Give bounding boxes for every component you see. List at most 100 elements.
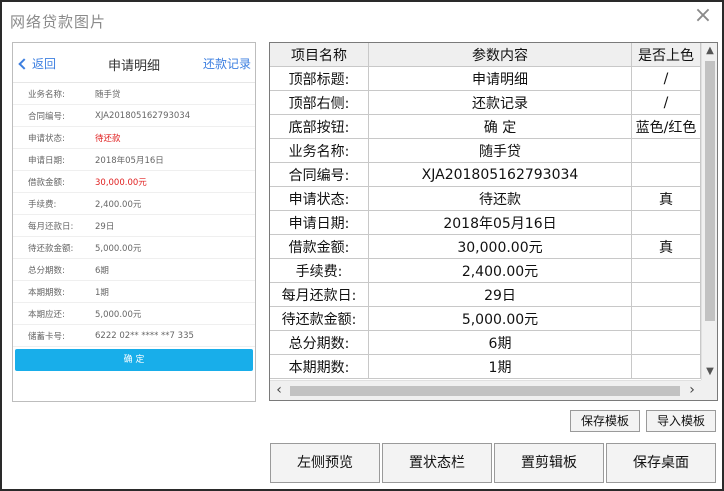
table-cell-item-name[interactable]: 申请状态: bbox=[270, 187, 369, 210]
table-cell-item-name[interactable]: 业务名称: bbox=[270, 139, 369, 162]
scroll-up-icon[interactable]: ▲ bbox=[702, 43, 717, 59]
table-cell-colored[interactable]: / bbox=[632, 67, 701, 90]
save-desktop-button[interactable]: 保存桌面 bbox=[606, 443, 716, 483]
scroll-down-icon[interactable]: ▼ bbox=[702, 364, 717, 380]
phone-detail-label: 申请状态: bbox=[28, 133, 65, 144]
phone-repayment-record-link[interactable]: 还款记录 bbox=[203, 55, 251, 72]
table-row[interactable]: 借款金额: 30,000.00元真 bbox=[270, 235, 701, 259]
table-cell-colored[interactable] bbox=[632, 331, 701, 354]
phone-detail-list: 业务名称: 随手贷合同编号: XJA201805162793034 申请状态: 待还款申… bbox=[13, 83, 255, 347]
table-cell-param-content[interactable]: 2018年05月16日 bbox=[369, 211, 632, 234]
table-rows: 顶部标题: 申请明细 / 顶部右侧: 还款记录 / 底部按钮: 确 定蓝色/红色 业务名称: 随手… bbox=[270, 67, 701, 379]
table-cell-colored[interactable]: 真 bbox=[632, 187, 701, 210]
table-cell-item-name[interactable]: 合同编号: bbox=[270, 163, 369, 186]
scroll-left-icon[interactable]: ‹ bbox=[270, 381, 288, 400]
table-cell-item-name[interactable]: 底部按钮: bbox=[270, 115, 369, 138]
save-template-button[interactable]: 保存模板 bbox=[570, 410, 640, 432]
header-item-name: 项目名称 bbox=[270, 43, 369, 66]
horizontal-scroll-thumb[interactable] bbox=[290, 386, 680, 396]
table-row[interactable]: 本期期数: 1期 bbox=[270, 355, 701, 379]
table-cell-item-name[interactable]: 每月还款日: bbox=[270, 283, 369, 306]
import-template-button[interactable]: 导入模板 bbox=[646, 410, 716, 432]
phone-detail-label: 每月还款日: bbox=[28, 221, 74, 232]
table-row[interactable]: 手续费: 2,400.00元 bbox=[270, 259, 701, 283]
scroll-right-icon[interactable]: › bbox=[683, 381, 701, 400]
table-cell-param-content[interactable]: 30,000.00元 bbox=[369, 235, 632, 258]
app-window: 网络贷款图片 × 返回 申请明细 还款记录 业务名称: 随手贷 合同编号: XJA20… bbox=[0, 0, 724, 491]
table-cell-param-content[interactable]: 待还款 bbox=[369, 187, 632, 210]
phone-detail-row: 业务名称: 随手贷 bbox=[13, 83, 255, 105]
left-preview-button[interactable]: 左侧预览 bbox=[270, 443, 380, 483]
table-cell-param-content[interactable]: 确 定 bbox=[369, 115, 632, 138]
table-cell-colored[interactable] bbox=[632, 259, 701, 282]
parameter-table-body: 项目名称 参数内容 是否上色 顶部标题: 申请明细 / 顶部右侧: 还款记录 / 底部按钮:… bbox=[270, 43, 701, 380]
phone-detail-value: 6222 02** **** **7 335 bbox=[95, 330, 194, 341]
phone-detail-row: 每月还款日: 29日 bbox=[13, 215, 255, 237]
phone-detail-value: 5,000.00元 bbox=[95, 309, 142, 320]
table-cell-param-content[interactable]: 2,400.00元 bbox=[369, 259, 632, 282]
window-title: 网络贷款图片 bbox=[10, 13, 107, 31]
table-cell-colored[interactable] bbox=[632, 307, 701, 330]
table-cell-param-content[interactable]: XJA201805162793034 bbox=[369, 163, 632, 186]
close-button[interactable]: × bbox=[692, 5, 714, 28]
table-row[interactable]: 顶部标题: 申请明细 / bbox=[270, 67, 701, 91]
phone-confirm-button[interactable]: 确 定 bbox=[15, 349, 253, 371]
table-cell-param-content[interactable]: 6期 bbox=[369, 331, 632, 354]
phone-detail-row: 总分期数: 6期 bbox=[13, 259, 255, 281]
table-row[interactable]: 每月还款日: 29日 bbox=[270, 283, 701, 307]
table-row[interactable]: 待还款金额: 5,000.00元 bbox=[270, 307, 701, 331]
table-row[interactable]: 顶部右侧: 还款记录 / bbox=[270, 91, 701, 115]
phone-detail-value: 待还款 bbox=[95, 133, 121, 144]
table-row[interactable]: 申请日期: 2018年05月16日 bbox=[270, 211, 701, 235]
phone-detail-row: 手续费: 2,400.00元 bbox=[13, 193, 255, 215]
table-cell-item-name[interactable]: 总分期数: bbox=[270, 331, 369, 354]
table-cell-colored[interactable]: 真 bbox=[632, 235, 701, 258]
table-cell-colored[interactable]: / bbox=[632, 91, 701, 114]
horizontal-scrollbar[interactable]: ‹ › bbox=[270, 380, 701, 400]
set-status-bar-button[interactable]: 置状态栏 bbox=[382, 443, 492, 483]
table-cell-colored[interactable] bbox=[632, 283, 701, 306]
phone-detail-value: 29日 bbox=[95, 221, 115, 232]
table-cell-item-name[interactable]: 顶部标题: bbox=[270, 67, 369, 90]
table-cell-colored[interactable] bbox=[632, 211, 701, 234]
vertical-scroll-thumb[interactable] bbox=[705, 61, 715, 321]
table-row[interactable]: 合同编号: XJA201805162793034 bbox=[270, 163, 701, 187]
table-row[interactable]: 底部按钮: 确 定蓝色/红色 bbox=[270, 115, 701, 139]
table-cell-item-name[interactable]: 借款金额: bbox=[270, 235, 369, 258]
table-row[interactable]: 总分期数: 6期 bbox=[270, 331, 701, 355]
table-cell-param-content[interactable]: 5,000.00元 bbox=[369, 307, 632, 330]
table-cell-param-content[interactable]: 29日 bbox=[369, 283, 632, 306]
table-row[interactable]: 业务名称: 随手贷 bbox=[270, 139, 701, 163]
table-cell-colored[interactable]: 蓝色/红色 bbox=[632, 115, 701, 138]
phone-detail-label: 借款金额: bbox=[28, 177, 65, 188]
vertical-scrollbar[interactable]: ▲ ▼ bbox=[701, 43, 717, 380]
phone-detail-row: 待还款金额: 5,000.00元 bbox=[13, 237, 255, 259]
table-cell-colored[interactable] bbox=[632, 355, 701, 378]
phone-detail-row: 本期应还: 5,000.00元 bbox=[13, 303, 255, 325]
table-cell-item-name[interactable]: 手续费: bbox=[270, 259, 369, 282]
phone-detail-value: XJA201805162793034 bbox=[95, 110, 191, 121]
phone-header: 返回 申请明细 还款记录 bbox=[13, 43, 255, 83]
table-cell-item-name[interactable]: 待还款金额: bbox=[270, 307, 369, 330]
phone-detail-row: 借款金额: 30,000.00元 bbox=[13, 171, 255, 193]
table-cell-item-name[interactable]: 本期期数: bbox=[270, 355, 369, 378]
phone-detail-value: 5,000.00元 bbox=[95, 243, 142, 254]
table-cell-param-content[interactable]: 随手贷 bbox=[369, 139, 632, 162]
phone-detail-value: 2018年05月16日 bbox=[95, 155, 164, 166]
phone-detail-label: 合同编号: bbox=[28, 111, 65, 122]
phone-detail-value: 6期 bbox=[95, 265, 109, 276]
table-cell-colored[interactable] bbox=[632, 163, 701, 186]
phone-detail-label: 申请日期: bbox=[28, 155, 65, 166]
table-cell-param-content[interactable]: 申请明细 bbox=[369, 67, 632, 90]
set-clipboard-button[interactable]: 置剪辑板 bbox=[494, 443, 604, 483]
table-row[interactable]: 申请状态: 待还款真 bbox=[270, 187, 701, 211]
phone-detail-label: 手续费: bbox=[28, 199, 57, 210]
header-colored: 是否上色 bbox=[632, 43, 701, 66]
table-cell-item-name[interactable]: 顶部右侧: bbox=[270, 91, 369, 114]
table-cell-item-name[interactable]: 申请日期: bbox=[270, 211, 369, 234]
scrollbar-corner bbox=[701, 380, 717, 400]
phone-detail-label: 储蓄卡号: bbox=[28, 331, 65, 342]
table-cell-param-content[interactable]: 还款记录 bbox=[369, 91, 632, 114]
table-cell-param-content[interactable]: 1期 bbox=[369, 355, 632, 378]
table-cell-colored[interactable] bbox=[632, 139, 701, 162]
